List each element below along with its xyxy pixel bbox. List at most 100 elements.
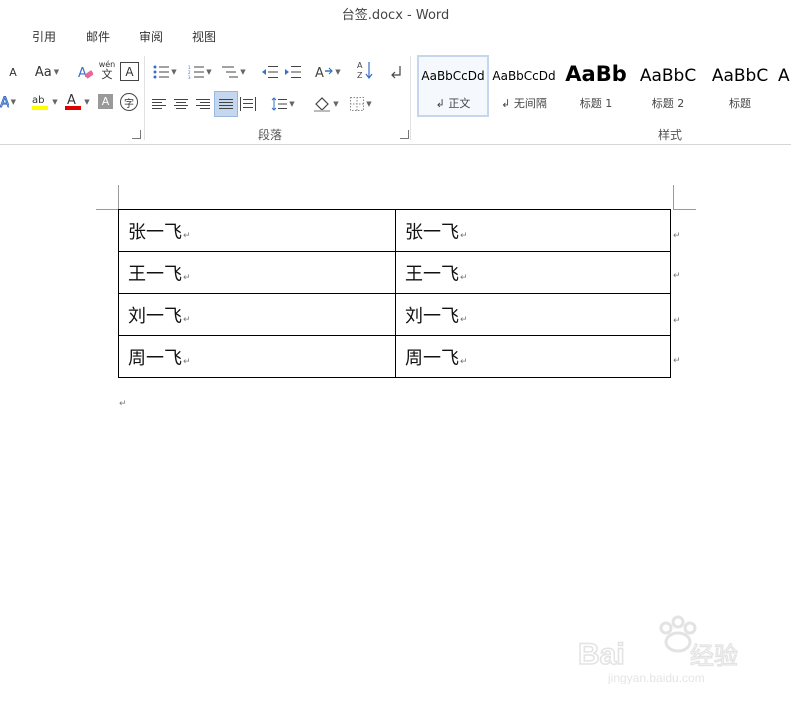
justify-button[interactable] [214,91,238,117]
chinese-layout-button[interactable]: A ▼ [313,62,343,82]
table-row: 王一飞↵ 王一飞↵ [118,251,671,294]
svg-text:A: A [67,93,76,108]
justify-icon [219,99,233,109]
style-sample: AaBbC [639,66,697,86]
style-title[interactable]: AaBbC 标题 [706,57,774,113]
cell-text: 周一飞 [128,347,182,369]
cell-mark: ↵ [460,230,468,241]
cell-text: 王一飞 [128,263,182,285]
table-cell[interactable]: 张一飞↵ [118,209,396,252]
font-color-icon: A [65,93,82,110]
align-right-button[interactable] [195,94,211,114]
tab-mailings[interactable]: 邮件 [86,28,110,45]
align-left-button[interactable] [151,94,167,114]
shading-button[interactable]: ▼ [310,94,342,114]
tab-partial-label [0,30,6,44]
phonetic-guide-button[interactable]: wén 文 [96,60,118,80]
group-separator [144,56,145,140]
svg-text:A: A [0,95,9,110]
style-name: ↲ 无间隔 [501,97,547,110]
name-table: 张一飞↵ 张一飞↵ 王一飞↵ 王一飞↵ 刘一飞↵ 刘一飞↵ 周一飞↵ 周一飞↵ [118,209,671,378]
borders-button[interactable]: ▼ [346,94,376,114]
paragraph-mark-icon [391,66,401,79]
style-sample: AaBbCcDd [492,69,556,83]
character-border-button[interactable]: A [120,62,139,81]
tab-partial[interactable] [0,28,6,45]
cell-text: 张一飞 [405,221,459,243]
increase-indent-icon [285,66,301,78]
distributed-button[interactable] [239,94,257,114]
chinese-layout-icon: A [315,66,334,79]
sort-button[interactable]: AZ [356,60,374,80]
line-spacing-icon [271,97,288,111]
tab-references[interactable]: 引用 [32,28,56,45]
style-normal[interactable]: AaBbCcDd ↲ 正文 [417,55,489,117]
align-center-button[interactable] [173,94,189,114]
table-cell[interactable]: 张一飞↵ [395,209,671,252]
svg-text:3: 3 [188,75,191,79]
styles-gallery: AaBbCcDd ↲ 正文 AaBbCcDd ↲ 无间隔 AaBb 标题 1 A… [414,55,791,119]
align-center-icon [174,99,188,109]
highlighter-icon: ab [32,95,49,110]
character-shading-label: A [101,95,110,108]
style-sample: AaBb [565,62,627,86]
paragraph-dialog-launcher[interactable] [400,130,409,139]
show-marks-button[interactable] [388,62,404,82]
numbering-button[interactable]: 1 2 3 ▼ [185,62,215,82]
svg-text:ab: ab [32,95,44,106]
sort-icon: AZ [357,61,373,80]
line-spacing-button[interactable]: ▼ [268,94,298,114]
increase-indent-button[interactable] [283,62,303,82]
cell-mark: ↵ [183,356,191,367]
table-row: 周一飞↵ 周一飞↵ [118,335,671,378]
cell-mark: ↵ [460,272,468,283]
table-cell[interactable]: 王一飞↵ [395,251,671,294]
clear-formatting-button[interactable]: A [76,62,94,82]
align-right-icon [196,99,210,109]
tab-review[interactable]: 审阅 [139,28,163,45]
row-end-mark: ↵ [673,356,681,366]
styles-group-label: 样式 [658,128,683,142]
svg-text:A: A [315,66,324,79]
multilevel-list-icon [222,66,239,78]
style-heading-1[interactable]: AaBb 标题 1 [562,57,630,113]
decrease-indent-button[interactable] [260,62,280,82]
table-row: 刘一飞↵ 刘一飞↵ [118,293,671,336]
table-cell[interactable]: 刘一飞↵ [395,293,671,336]
table-row: 张一飞↵ 张一飞↵ [118,209,671,252]
crop-mark [118,185,119,209]
table-cell[interactable]: 周一飞↵ [395,335,671,378]
text-effects-button[interactable]: A ▼ [0,92,16,112]
style-heading-2[interactable]: AaBbC 标题 2 [634,57,702,113]
table-cell[interactable]: 刘一飞↵ [118,293,396,336]
cell-mark: ↵ [460,314,468,325]
svg-text:经验: 经验 [690,642,738,670]
style-more[interactable]: A [778,57,791,113]
change-case-label: Aa [34,64,52,80]
paragraph-group-label: 段落 [258,128,283,142]
shrink-font-button[interactable]: A [6,62,20,82]
style-name: 标题 [729,97,751,110]
tab-view[interactable]: 视图 [192,28,216,45]
shrink-font-label: A [9,65,17,79]
paragraph-end-mark: ↵ [119,399,127,409]
multilevel-list-button[interactable]: ▼ [219,62,249,82]
cell-text: 周一飞 [405,347,459,369]
character-shading-button[interactable]: A [98,94,113,109]
style-name: 标题 2 [651,97,685,110]
decrease-indent-icon [262,66,278,78]
font-dialog-launcher[interactable] [132,130,141,139]
row-end-mark: ↵ [673,231,681,241]
group-separator [410,56,411,140]
highlight-button[interactable]: ab ▼ [28,92,60,112]
enclose-characters-button[interactable]: 字 [120,93,138,111]
table-cell[interactable]: 王一飞↵ [118,251,396,294]
bullets-button[interactable]: ▼ [150,62,180,82]
style-no-spacing[interactable]: AaBbCcDd ↲ 无间隔 [490,57,558,113]
table-cell[interactable]: 周一飞↵ [118,335,396,378]
baidu-jingyan-watermark-logo: Bai 经验 jingyan.baidu.com [578,615,739,684]
font-color-button[interactable]: A ▼ [62,92,92,112]
title-bar: 台签.docx - Word [0,0,791,24]
svg-text:A: A [78,66,87,80]
change-case-button[interactable]: Aa ▼ [32,62,62,82]
